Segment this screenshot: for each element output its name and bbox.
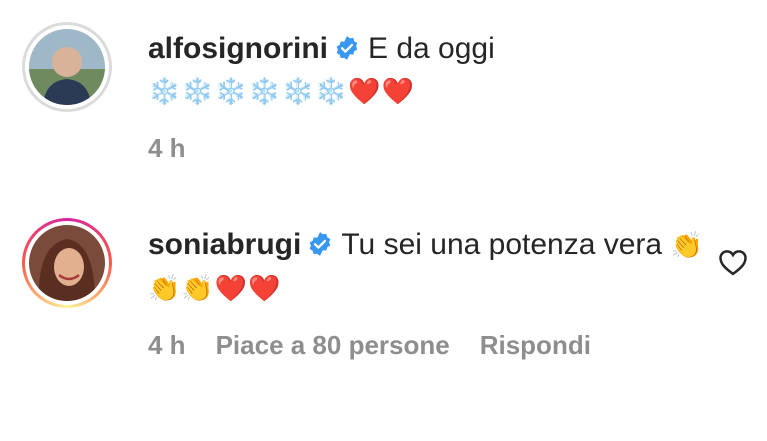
comment-likes-count[interactable]: Piace a 80 persone [216,330,450,361]
comment-text: alfosignorini E da oggi ❄️❄️❄️❄️❄️❄️❤️❤️ [148,28,708,113]
reply-button[interactable]: Rispondi [480,330,591,361]
verified-badge-icon [310,232,331,256]
comment-text: soniabrugi Tu sei una potenza vera 👏👏👏❤️❤… [148,224,708,310]
comment-username[interactable]: alfosignorini [148,32,328,65]
avatar[interactable] [22,22,112,112]
avatar[interactable] [22,218,112,308]
verified-badge-icon [336,36,358,60]
comment-body: E da oggi [368,32,495,65]
comment-time: 4 h [148,133,186,163]
avatar-photo [29,225,105,301]
comment-meta: 4 h [148,133,708,164]
comment-emoji: ❄️❄️❄️❄️❄️❄️❤️❤️ [148,77,415,107]
comment-time: 4 h [148,330,186,360]
comment-meta: 4 h Piace a 80 persone Rispondi [148,330,708,361]
heart-outline-icon[interactable] [718,248,748,276]
comment-body: Tu sei una potenza vera [341,228,663,261]
comment-username[interactable]: soniabrugi [148,228,301,261]
avatar-photo [29,29,105,105]
